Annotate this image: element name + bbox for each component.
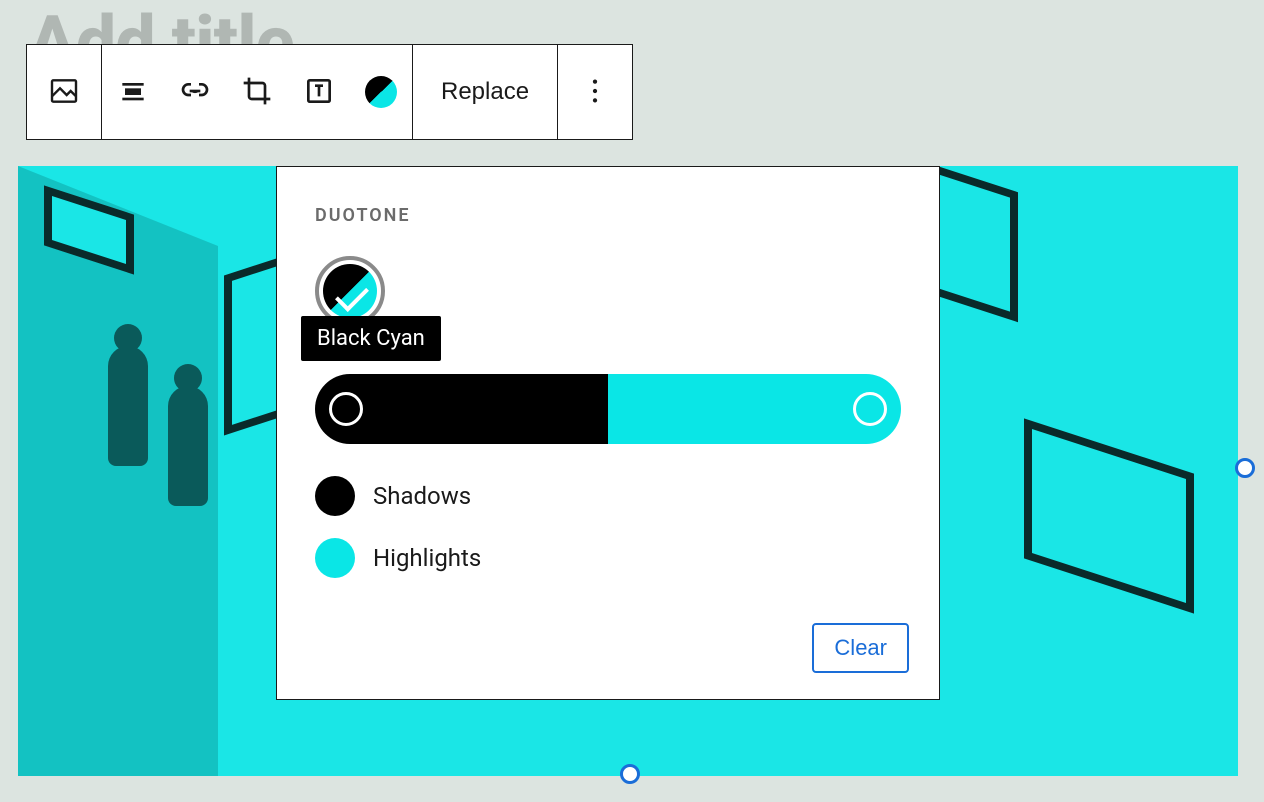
align-button[interactable]: [102, 45, 164, 139]
align-icon: [117, 75, 149, 110]
shadows-color-swatch[interactable]: [315, 476, 355, 516]
text-overlay-button[interactable]: [288, 45, 350, 139]
duotone-gradient-bar[interactable]: [315, 374, 901, 444]
more-vertical-icon: [579, 75, 611, 110]
highlights-row[interactable]: Highlights: [315, 538, 901, 578]
replace-button[interactable]: Replace: [413, 45, 557, 139]
illustration-person: [108, 346, 148, 466]
highlights-color-swatch[interactable]: [315, 538, 355, 578]
duotone-icon: [365, 76, 397, 108]
highlight-gradient-handle[interactable]: [853, 392, 887, 426]
duotone-panel-title: Duotone: [315, 205, 901, 226]
image-icon: [48, 75, 80, 110]
duotone-popover: Duotone Black Cyan Shadows Highlights Cl…: [276, 166, 940, 700]
shadows-label: Shadows: [373, 482, 471, 510]
crop-button[interactable]: [226, 45, 288, 139]
duotone-button[interactable]: [350, 45, 412, 139]
shadows-row[interactable]: Shadows: [315, 476, 901, 516]
block-type-image-button[interactable]: [27, 45, 101, 139]
preset-tooltip: Black Cyan: [301, 316, 441, 361]
clear-button[interactable]: Clear: [812, 623, 909, 673]
link-icon: [179, 75, 211, 110]
crop-icon: [241, 75, 273, 110]
resize-handle-right[interactable]: [1235, 458, 1255, 478]
resize-handle-bottom[interactable]: [620, 764, 640, 784]
illustration-frame: [1024, 418, 1194, 613]
illustration-person: [168, 386, 208, 506]
highlights-label: Highlights: [373, 544, 481, 572]
text-overlay-icon: [303, 75, 335, 110]
block-toolbar: Replace: [26, 44, 633, 140]
link-button[interactable]: [164, 45, 226, 139]
duotone-swatch-icon: [323, 264, 377, 318]
shadow-gradient-handle[interactable]: [329, 392, 363, 426]
more-options-button[interactable]: [558, 45, 632, 139]
